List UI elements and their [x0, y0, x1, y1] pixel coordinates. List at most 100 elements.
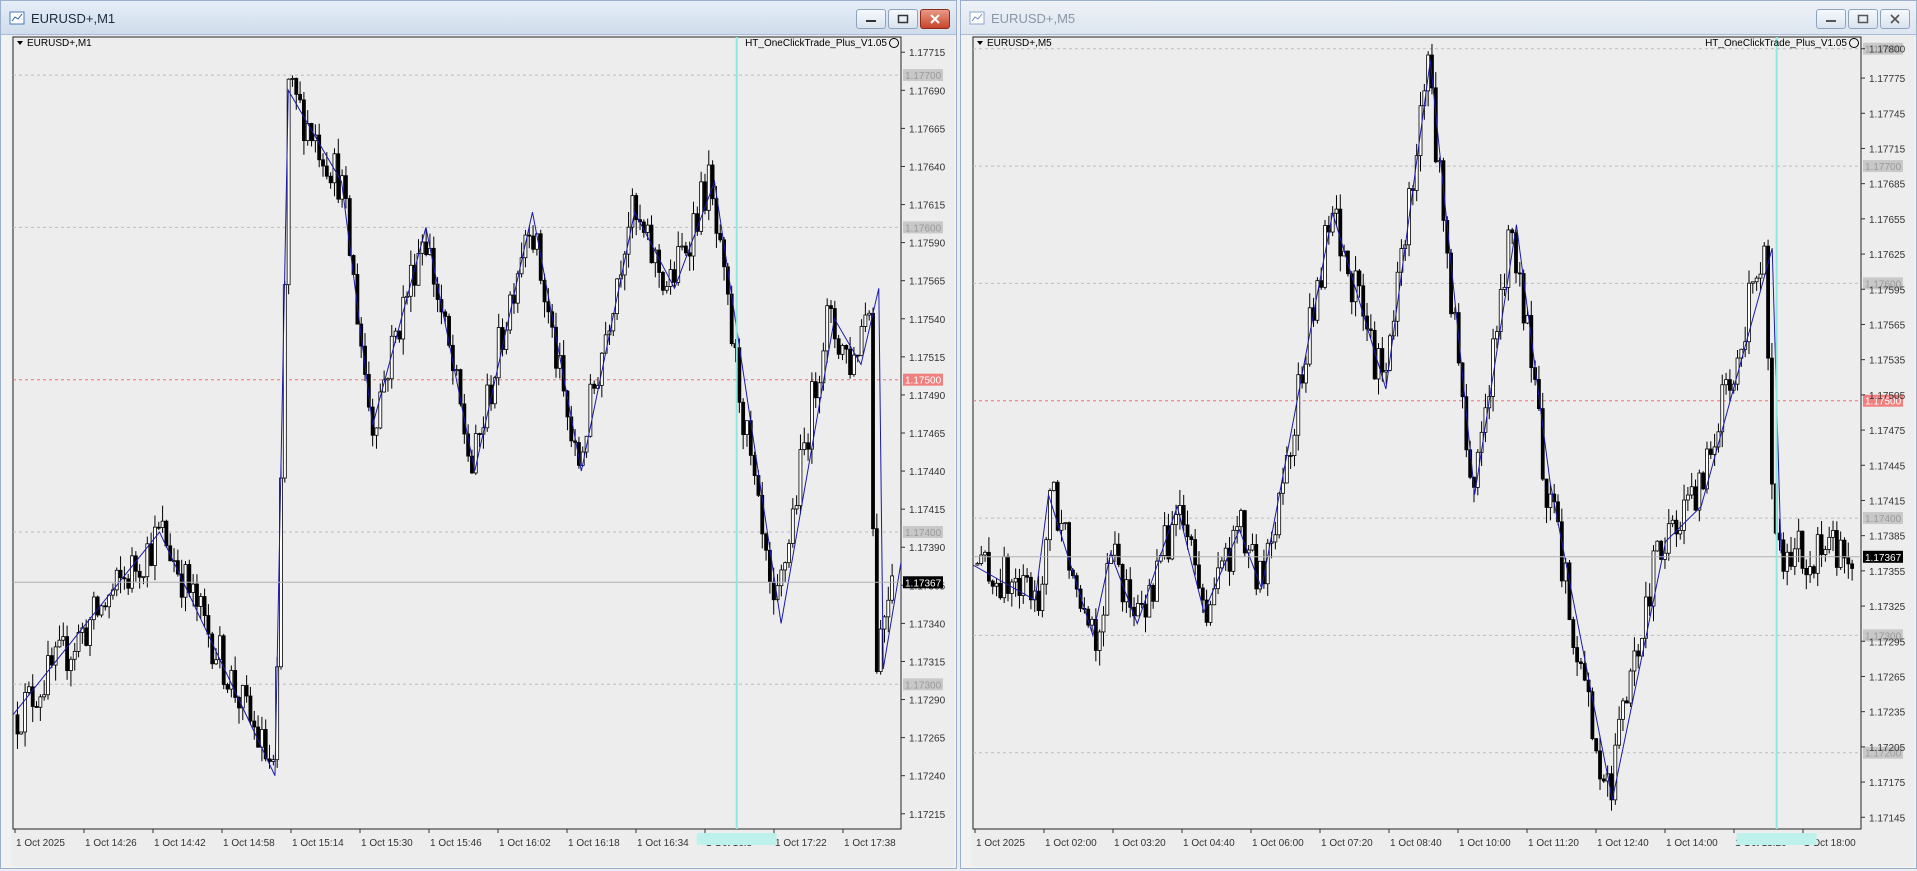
y-tick-label: 1.17775	[1869, 74, 1906, 85]
y-tick-label: 1.17340	[909, 619, 946, 630]
price-chart[interactable]: 1.17800 1.17700 1.17600 1.17500 1.17400 1.173…	[971, 35, 1914, 866]
candle-body	[1239, 510, 1243, 528]
candle-body	[1647, 596, 1652, 607]
candle-body	[91, 596, 96, 621]
price-level-label: 1.17400	[1865, 514, 1902, 525]
candle-body	[1013, 577, 1018, 583]
candle-body	[1624, 700, 1629, 704]
candle-body	[699, 181, 704, 232]
candle-body	[1792, 548, 1797, 567]
minimize-button[interactable]	[1816, 9, 1846, 29]
candle-body	[878, 628, 883, 672]
candle-body	[477, 433, 482, 436]
candle-body	[990, 580, 995, 587]
price-level-label: 1.17700	[905, 71, 942, 82]
candle-body	[1601, 778, 1606, 782]
y-tick-label: 1.17655	[1869, 215, 1906, 226]
candle-body	[1670, 519, 1675, 525]
x-tick-label: 1 Oct 06:00	[1252, 838, 1304, 849]
candle-body	[1808, 566, 1813, 576]
candle-body	[1185, 524, 1190, 538]
maximize-button[interactable]	[888, 9, 918, 29]
x-tick-label: 1 Oct 17:38	[844, 838, 896, 849]
y-tick-label: 1.17715	[1869, 144, 1906, 155]
price-level-label: 1.17700	[1865, 162, 1902, 173]
candle-body	[153, 526, 157, 566]
candle-body	[1338, 208, 1343, 257]
candle-body	[706, 164, 711, 211]
candle-body	[1029, 576, 1033, 601]
candle-body	[328, 175, 333, 184]
candle-body	[1559, 521, 1564, 582]
candle-body	[882, 616, 887, 630]
window-titlebar[interactable]: EURUSD+,M1	[1, 1, 956, 35]
candle-body	[1174, 514, 1178, 525]
candle-body	[386, 378, 390, 381]
candle-body	[1193, 539, 1198, 566]
close-icon	[930, 14, 940, 24]
y-tick-label: 1.17535	[1869, 356, 1906, 367]
candle-body	[871, 312, 875, 530]
candle-body	[825, 305, 830, 352]
candle-body	[1139, 603, 1144, 605]
candle-body	[1800, 530, 1805, 569]
candle-body	[130, 555, 134, 589]
candle-body	[1002, 556, 1007, 599]
minimize-icon	[1826, 20, 1836, 22]
chart-background	[11, 35, 954, 866]
candle-body	[527, 234, 532, 237]
candle-body	[19, 731, 24, 735]
y-tick-label: 1.17265	[1869, 672, 1906, 683]
candle-body	[1598, 750, 1602, 780]
close-button[interactable]	[920, 9, 950, 29]
candle-body	[1567, 562, 1572, 621]
candle-body	[1090, 618, 1094, 626]
candle-body	[15, 714, 20, 735]
candle-body	[1689, 486, 1694, 496]
price-chart[interactable]: 1.17700 1.17600 1.17500 1.17400 1.17300 1.177…	[11, 35, 954, 866]
candle-body	[1789, 551, 1793, 567]
candle-body	[1708, 448, 1713, 455]
x-tick-label: 1 Oct 14:26	[85, 838, 137, 849]
chart-window-m1[interactable]: EURUSD+,M1 1.17700 1.17600 1.17500 1.17400 1…	[0, 0, 957, 869]
candle-body	[221, 635, 226, 685]
candle-body	[46, 655, 50, 696]
candle-body	[806, 442, 810, 450]
candle-body	[1632, 650, 1637, 672]
candle-body	[1575, 647, 1580, 663]
minimize-button[interactable]	[856, 9, 886, 29]
y-tick-label: 1.17590	[909, 239, 946, 250]
y-tick-label: 1.17415	[909, 505, 946, 516]
x-tick-label: 1 Oct 15:30	[361, 838, 413, 849]
y-tick-label: 1.17690	[909, 86, 946, 97]
candle-body	[1292, 434, 1297, 456]
window-titlebar[interactable]: EURUSD+,M5	[961, 1, 1916, 35]
candle-body	[979, 554, 984, 564]
y-tick-label: 1.17745	[1869, 109, 1906, 120]
candle-body	[1025, 575, 1029, 578]
window-title: EURUSD+,M5	[991, 11, 1076, 26]
y-tick-label: 1.17315	[909, 657, 946, 668]
candle-body	[1628, 670, 1633, 704]
chart-window-m5[interactable]: EURUSD+,M5 1.17800 1.17700 1.17600 1.17500 1…	[960, 0, 1917, 869]
candle-body	[76, 632, 81, 652]
candlestick-chart-svg[interactable]: 1.17700 1.17600 1.17500 1.17400 1.17300 1.177…	[11, 35, 954, 866]
candle-body	[1063, 522, 1068, 525]
candle-body	[454, 369, 459, 372]
close-button[interactable]	[1880, 9, 1910, 29]
candle-body	[764, 533, 768, 551]
candle-body	[1059, 522, 1064, 531]
candle-body	[661, 272, 665, 291]
candle-body	[195, 583, 199, 607]
y-tick-label: 1.17445	[1869, 461, 1906, 472]
candle-body	[1384, 369, 1389, 373]
candle-body	[1517, 272, 1522, 275]
candlestick-chart-svg[interactable]: 1.178001.177001.176001.175001.174001.173…	[971, 35, 1914, 866]
candle-body	[1754, 277, 1759, 283]
candle-body	[672, 269, 677, 283]
candle-body	[1571, 619, 1576, 648]
maximize-button[interactable]	[1848, 9, 1878, 29]
candle-body	[84, 627, 89, 646]
x-tick-label: 1 Oct 03:20	[1114, 838, 1166, 849]
candle-body	[890, 575, 895, 601]
